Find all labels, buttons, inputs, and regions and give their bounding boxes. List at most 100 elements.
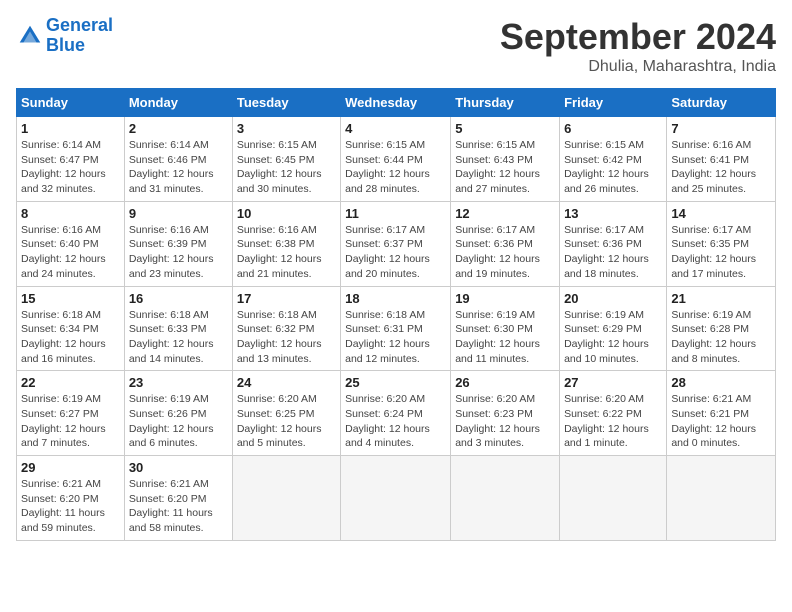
day-header-monday: Monday	[124, 89, 232, 117]
calendar: SundayMondayTuesdayWednesdayThursdayFrid…	[16, 88, 776, 541]
calendar-week-4: 22 Sunrise: 6:19 AMSunset: 6:27 PMDayligh…	[17, 371, 776, 456]
day-info: Sunrise: 6:14 AMSunset: 6:46 PMDaylight:…	[129, 138, 228, 197]
day-header-friday: Friday	[560, 89, 667, 117]
day-number: 3	[237, 121, 336, 136]
day-number: 14	[671, 206, 771, 221]
location: Dhulia, Maharashtra, India	[500, 58, 776, 76]
calendar-cell	[560, 456, 667, 541]
calendar-cell: 1 Sunrise: 6:14 AMSunset: 6:47 PMDaylight…	[17, 117, 125, 202]
calendar-week-2: 8 Sunrise: 6:16 AMSunset: 6:40 PMDaylight…	[17, 201, 776, 286]
day-number: 13	[564, 206, 662, 221]
logo-line2: Blue	[46, 35, 85, 55]
day-info: Sunrise: 6:15 AMSunset: 6:44 PMDaylight:…	[345, 138, 446, 197]
day-info: Sunrise: 6:18 AMSunset: 6:31 PMDaylight:…	[345, 308, 446, 367]
day-number: 20	[564, 291, 662, 306]
calendar-cell: 24Sunrise: 6:20 AMSunset: 6:25 PMDayligh…	[232, 371, 340, 456]
day-number: 29	[21, 460, 120, 475]
day-info: Sunrise: 6:21 AMSunset: 6:21 PMDaylight:…	[671, 392, 771, 451]
day-header-sunday: Sunday	[17, 89, 125, 117]
calendar-cell: 23 Sunrise: 6:19 AMSunset: 6:26 PMDayligh…	[124, 371, 232, 456]
calendar-cell: 6Sunrise: 6:15 AMSunset: 6:42 PMDaylight…	[560, 117, 667, 202]
calendar-cell: 8 Sunrise: 6:16 AMSunset: 6:40 PMDaylight…	[17, 201, 125, 286]
calendar-cell: 25 Sunrise: 6:20 AMSunset: 6:24 PMDayligh…	[341, 371, 451, 456]
day-info: Sunrise: 6:18 AMSunset: 6:33 PMDaylight:…	[129, 308, 228, 367]
day-info: Sunrise: 6:19 AMSunset: 6:27 PMDaylight:…	[21, 392, 120, 451]
day-number: 15	[21, 291, 120, 306]
day-info: Sunrise: 6:17 AMSunset: 6:35 PMDaylight:…	[671, 223, 771, 282]
day-number: 2	[129, 121, 228, 136]
calendar-cell	[451, 456, 560, 541]
calendar-week-1: 1 Sunrise: 6:14 AMSunset: 6:47 PMDaylight…	[17, 117, 776, 202]
day-header-saturday: Saturday	[667, 89, 776, 117]
calendar-cell: 15 Sunrise: 6:18 AMSunset: 6:34 PMDayligh…	[17, 286, 125, 371]
calendar-week-3: 15 Sunrise: 6:18 AMSunset: 6:34 PMDayligh…	[17, 286, 776, 371]
calendar-cell: 27Sunrise: 6:20 AMSunset: 6:22 PMDayligh…	[560, 371, 667, 456]
day-number: 28	[671, 375, 771, 390]
day-number: 9	[129, 206, 228, 221]
day-number: 25	[345, 375, 446, 390]
logo: General Blue	[16, 16, 113, 56]
calendar-cell: 29 Sunrise: 6:21 AMSunset: 6:20 PMDayligh…	[17, 456, 125, 541]
day-number: 6	[564, 121, 662, 136]
day-info: Sunrise: 6:15 AMSunset: 6:43 PMDaylight:…	[455, 138, 555, 197]
day-info: Sunrise: 6:19 AMSunset: 6:28 PMDaylight:…	[671, 308, 771, 367]
day-number: 30	[129, 460, 228, 475]
day-info: Sunrise: 6:16 AMSunset: 6:41 PMDaylight:…	[671, 138, 771, 197]
day-number: 1	[21, 121, 120, 136]
calendar-cell: 3 Sunrise: 6:15 AMSunset: 6:45 PMDaylight…	[232, 117, 340, 202]
day-number: 19	[455, 291, 555, 306]
day-number: 17	[237, 291, 336, 306]
calendar-header-row: SundayMondayTuesdayWednesdayThursdayFrid…	[17, 89, 776, 117]
day-info: Sunrise: 6:19 AMSunset: 6:26 PMDaylight:…	[129, 392, 228, 451]
calendar-cell: 9 Sunrise: 6:16 AMSunset: 6:39 PMDaylight…	[124, 201, 232, 286]
calendar-cell: 12 Sunrise: 6:17 AMSunset: 6:36 PMDayligh…	[451, 201, 560, 286]
day-number: 11	[345, 206, 446, 221]
day-info: Sunrise: 6:14 AMSunset: 6:47 PMDaylight:…	[21, 138, 120, 197]
day-info: Sunrise: 6:17 AMSunset: 6:36 PMDaylight:…	[564, 223, 662, 282]
calendar-cell: 22 Sunrise: 6:19 AMSunset: 6:27 PMDayligh…	[17, 371, 125, 456]
calendar-cell	[341, 456, 451, 541]
calendar-cell: 26 Sunrise: 6:20 AMSunset: 6:23 PMDayligh…	[451, 371, 560, 456]
day-number: 5	[455, 121, 555, 136]
day-number: 26	[455, 375, 555, 390]
day-info: Sunrise: 6:16 AMSunset: 6:38 PMDaylight:…	[237, 223, 336, 282]
day-info: Sunrise: 6:17 AMSunset: 6:37 PMDaylight:…	[345, 223, 446, 282]
calendar-cell: 11 Sunrise: 6:17 AMSunset: 6:37 PMDayligh…	[341, 201, 451, 286]
day-number: 16	[129, 291, 228, 306]
calendar-cell	[667, 456, 776, 541]
calendar-cell: 10Sunrise: 6:16 AMSunset: 6:38 PMDayligh…	[232, 201, 340, 286]
day-number: 4	[345, 121, 446, 136]
day-info: Sunrise: 6:16 AMSunset: 6:40 PMDaylight:…	[21, 223, 120, 282]
month-title: September 2024	[500, 16, 776, 58]
day-number: 7	[671, 121, 771, 136]
day-info: Sunrise: 6:21 AMSunset: 6:20 PMDaylight:…	[21, 477, 120, 536]
calendar-week-5: 29 Sunrise: 6:21 AMSunset: 6:20 PMDayligh…	[17, 456, 776, 541]
calendar-cell: 7 Sunrise: 6:16 AMSunset: 6:41 PMDaylight…	[667, 117, 776, 202]
day-info: Sunrise: 6:18 AMSunset: 6:34 PMDaylight:…	[21, 308, 120, 367]
day-header-wednesday: Wednesday	[341, 89, 451, 117]
logo-line1: General	[46, 15, 113, 35]
day-info: Sunrise: 6:20 AMSunset: 6:25 PMDaylight:…	[237, 392, 336, 451]
day-number: 12	[455, 206, 555, 221]
day-info: Sunrise: 6:21 AMSunset: 6:20 PMDaylight:…	[129, 477, 228, 536]
day-number: 27	[564, 375, 662, 390]
day-number: 8	[21, 206, 120, 221]
day-info: Sunrise: 6:17 AMSunset: 6:36 PMDaylight:…	[455, 223, 555, 282]
calendar-cell: 14 Sunrise: 6:17 AMSunset: 6:35 PMDayligh…	[667, 201, 776, 286]
calendar-cell: 20Sunrise: 6:19 AMSunset: 6:29 PMDayligh…	[560, 286, 667, 371]
day-number: 22	[21, 375, 120, 390]
calendar-cell: 5 Sunrise: 6:15 AMSunset: 6:43 PMDaylight…	[451, 117, 560, 202]
calendar-cell: 28 Sunrise: 6:21 AMSunset: 6:21 PMDayligh…	[667, 371, 776, 456]
day-info: Sunrise: 6:19 AMSunset: 6:30 PMDaylight:…	[455, 308, 555, 367]
calendar-cell: 18Sunrise: 6:18 AMSunset: 6:31 PMDayligh…	[341, 286, 451, 371]
day-header-tuesday: Tuesday	[232, 89, 340, 117]
calendar-cell: 4 Sunrise: 6:15 AMSunset: 6:44 PMDaylight…	[341, 117, 451, 202]
day-number: 23	[129, 375, 228, 390]
calendar-cell: 30 Sunrise: 6:21 AMSunset: 6:20 PMDayligh…	[124, 456, 232, 541]
day-info: Sunrise: 6:20 AMSunset: 6:23 PMDaylight:…	[455, 392, 555, 451]
calendar-cell: 21Sunrise: 6:19 AMSunset: 6:28 PMDayligh…	[667, 286, 776, 371]
calendar-cell: 16 Sunrise: 6:18 AMSunset: 6:33 PMDayligh…	[124, 286, 232, 371]
day-info: Sunrise: 6:20 AMSunset: 6:24 PMDaylight:…	[345, 392, 446, 451]
day-info: Sunrise: 6:15 AMSunset: 6:45 PMDaylight:…	[237, 138, 336, 197]
day-info: Sunrise: 6:16 AMSunset: 6:39 PMDaylight:…	[129, 223, 228, 282]
